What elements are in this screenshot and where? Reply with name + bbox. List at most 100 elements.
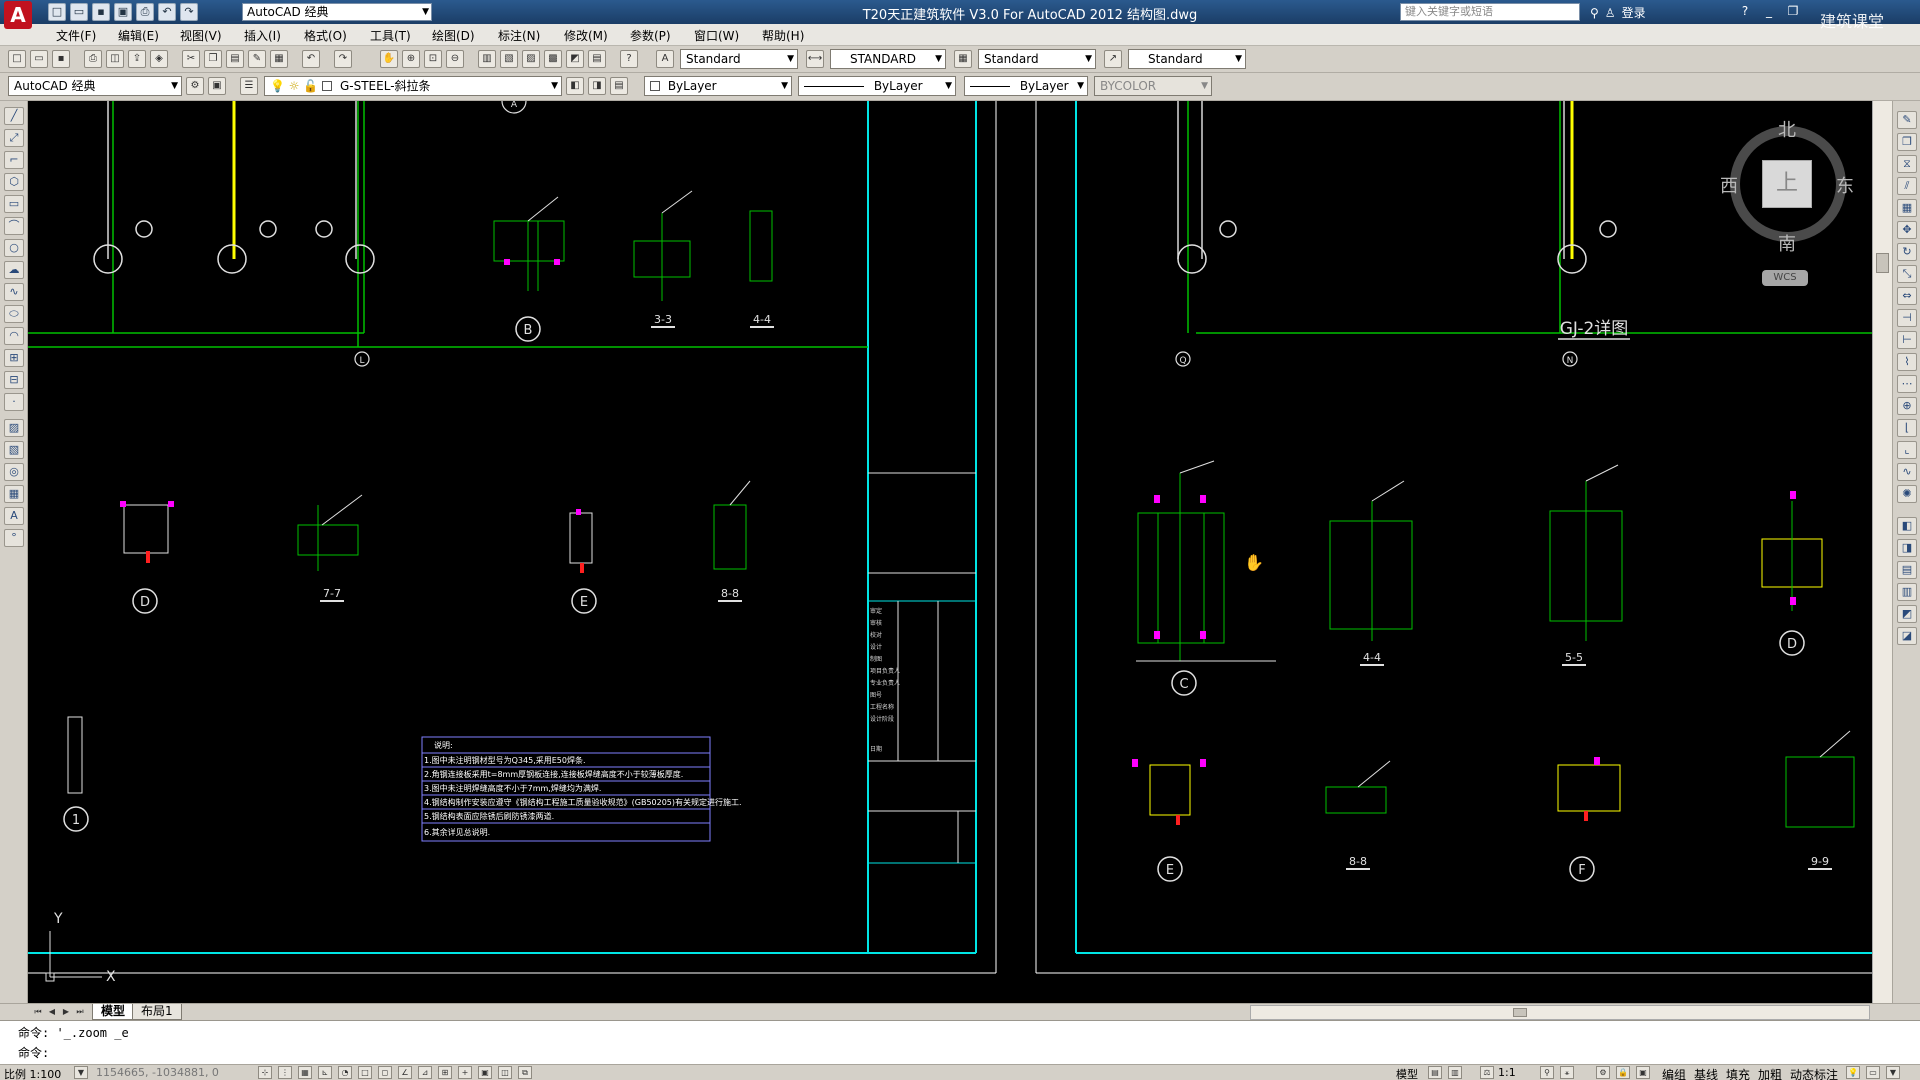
layer-select[interactable]: 💡 ☼ 🔓 G-STEEL-斜拉条 ▼: [264, 76, 562, 96]
viewcube-east[interactable]: 东: [1836, 172, 1854, 198]
design-center-icon[interactable]: ▧: [500, 50, 518, 68]
publish-icon[interactable]: ⇪: [128, 50, 146, 68]
open-file-icon[interactable]: ▭: [70, 3, 88, 21]
annotation-visibility-icon[interactable]: ⚲: [1540, 1066, 1554, 1079]
rectangle-icon[interactable]: ▭: [4, 195, 24, 213]
break-at-point-icon[interactable]: ⌇: [1897, 353, 1917, 371]
workspace-settings-icon[interactable]: ⚙: [186, 77, 204, 95]
draworder-below-icon[interactable]: ▥: [1897, 583, 1917, 601]
offset-icon[interactable]: ⫽: [1897, 177, 1917, 195]
undo-icon[interactable]: ↶: [302, 50, 320, 68]
save-icon[interactable]: ▪: [52, 50, 70, 68]
selection-cycling-icon[interactable]: ⧉: [518, 1066, 532, 1079]
viewcube-west[interactable]: 西: [1720, 172, 1738, 198]
text-style-icon[interactable]: A: [656, 50, 674, 68]
quickcalc-icon[interactable]: ▤: [588, 50, 606, 68]
fillet-icon[interactable]: ⌞: [1897, 441, 1917, 459]
lineweight-icon[interactable]: +: [458, 1066, 472, 1079]
lock-ui-icon[interactable]: 🔒: [1616, 1066, 1630, 1079]
annotation-scale-value[interactable]: 1:1: [1498, 1066, 1516, 1079]
menu-insert[interactable]: 插入(I): [244, 27, 281, 44]
menu-tools[interactable]: 工具(T): [370, 27, 411, 44]
gradient-icon[interactable]: ▧: [4, 441, 24, 459]
binoculars-icon[interactable]: ⚲: [1590, 6, 1599, 20]
match-properties-icon[interactable]: ✎: [248, 50, 266, 68]
tab-model[interactable]: 模型: [92, 1004, 135, 1020]
construction-line-icon[interactable]: ⤢: [4, 129, 24, 147]
sheet-set-icon[interactable]: ▩: [544, 50, 562, 68]
copy-object-icon[interactable]: ❐: [1897, 133, 1917, 151]
workspace-switch-select[interactable]: AutoCAD 经典 ▼: [8, 76, 182, 96]
quick-view-drawings-icon[interactable]: ▥: [1448, 1066, 1462, 1079]
3d-print-icon[interactable]: ◈: [150, 50, 168, 68]
quick-view-layouts-icon[interactable]: ▤: [1428, 1066, 1442, 1079]
insert-block-icon[interactable]: ⊞: [4, 349, 24, 367]
dim-style-icon[interactable]: ⟷: [806, 50, 824, 68]
status-menu-icon[interactable]: ▼: [1886, 1066, 1900, 1079]
horizontal-scroll-thumb[interactable]: [1513, 1008, 1527, 1017]
plotstyle-select[interactable]: BYCOLOR ▼: [1094, 76, 1212, 96]
menu-view[interactable]: 视图(V): [180, 27, 222, 44]
multileader-style-icon[interactable]: ↗: [1104, 50, 1122, 68]
infer-constraints-icon[interactable]: ⊹: [258, 1066, 272, 1079]
model-space-label[interactable]: 模型: [1396, 1066, 1418, 1080]
workspace-switching-icon[interactable]: ⚙: [1596, 1066, 1610, 1079]
region-icon[interactable]: ◎: [4, 463, 24, 481]
dynamic-input-icon[interactable]: ⊞: [438, 1066, 452, 1079]
mirror-icon[interactable]: ⧖: [1897, 155, 1917, 173]
workspace-select[interactable]: AutoCAD 经典 ▼: [242, 3, 432, 21]
application-menu-button[interactable]: A: [4, 1, 32, 29]
next-tab-icon[interactable]: ▶: [60, 1006, 72, 1018]
command-window[interactable]: 命令: '_.zoom _e 命令:: [0, 1020, 1920, 1064]
text-front-icon[interactable]: ◩: [1897, 605, 1917, 623]
break-icon[interactable]: ⋯: [1897, 375, 1917, 393]
zoom-realtime-icon[interactable]: ⊕: [402, 50, 420, 68]
add-selected-icon[interactable]: °: [4, 529, 24, 547]
menu-dimension[interactable]: 标注(N): [498, 27, 540, 44]
explode-icon[interactable]: ✺: [1897, 485, 1917, 503]
menu-format[interactable]: 格式(O): [304, 27, 347, 44]
coordinates-readout[interactable]: 1154665, -1034881, 0: [96, 1066, 219, 1079]
lineweight-select[interactable]: ByLayer ▼: [964, 76, 1088, 96]
minimize-button[interactable]: _: [1758, 2, 1780, 20]
cut-icon[interactable]: ✂: [182, 50, 200, 68]
3d-object-snap-icon[interactable]: ◻: [378, 1066, 392, 1079]
command-prompt[interactable]: 命令:: [18, 1044, 49, 1061]
object-snap-tracking-icon[interactable]: ∠: [398, 1066, 412, 1079]
make-block-icon[interactable]: ⊟: [4, 371, 24, 389]
table-style-select[interactable]: Standard ▼: [978, 49, 1096, 69]
redo-icon[interactable]: ↷: [180, 3, 198, 21]
layer-previous-icon[interactable]: ◨: [588, 77, 606, 95]
menu-help[interactable]: 帮助(H): [762, 27, 804, 44]
horizontal-scrollbar[interactable]: [1250, 1005, 1870, 1020]
scale-dropdown-icon[interactable]: ▼: [74, 1066, 88, 1079]
group-toggle[interactable]: 编组: [1662, 1066, 1686, 1080]
multileader-style-select[interactable]: Standard ▼: [1128, 49, 1246, 69]
revision-cloud-icon[interactable]: ☁: [4, 261, 24, 279]
draworder-icon[interactable]: ◧: [1897, 517, 1917, 535]
line-icon[interactable]: ╱: [4, 107, 24, 125]
hatch-icon[interactable]: ▨: [4, 419, 24, 437]
baseline-toggle[interactable]: 基线: [1694, 1066, 1718, 1080]
grid-display-icon[interactable]: ▦: [298, 1066, 312, 1079]
polar-tracking-icon[interactable]: ◔: [338, 1066, 352, 1079]
plot-preview-icon[interactable]: ◫: [106, 50, 124, 68]
save-icon[interactable]: ▪: [92, 3, 110, 21]
pan-icon[interactable]: ✋: [380, 50, 398, 68]
linetype-select[interactable]: ByLayer ▼: [798, 76, 956, 96]
viewcube-top-face[interactable]: 上: [1762, 160, 1812, 208]
undo-icon[interactable]: ↶: [158, 3, 176, 21]
auto-scale-icon[interactable]: ⚹: [1560, 1066, 1574, 1079]
user-icon[interactable]: ♙: [1605, 6, 1616, 20]
make-current-layer-icon[interactable]: ◧: [566, 77, 584, 95]
scale-readout[interactable]: 比例 1:100: [4, 1066, 61, 1080]
viewcube-north[interactable]: 北: [1778, 116, 1796, 142]
menu-draw[interactable]: 绘图(D): [432, 27, 475, 44]
hardware-acceleration-icon[interactable]: ▣: [1636, 1066, 1650, 1079]
markup-icon[interactable]: ◩: [566, 50, 584, 68]
ellipse-icon[interactable]: ⬭: [4, 305, 24, 323]
ellipse-arc-icon[interactable]: ◠: [4, 327, 24, 345]
viewcube-south[interactable]: 南: [1778, 230, 1796, 256]
array-icon[interactable]: ▦: [1897, 199, 1917, 217]
circle-icon[interactable]: ○: [4, 239, 24, 257]
